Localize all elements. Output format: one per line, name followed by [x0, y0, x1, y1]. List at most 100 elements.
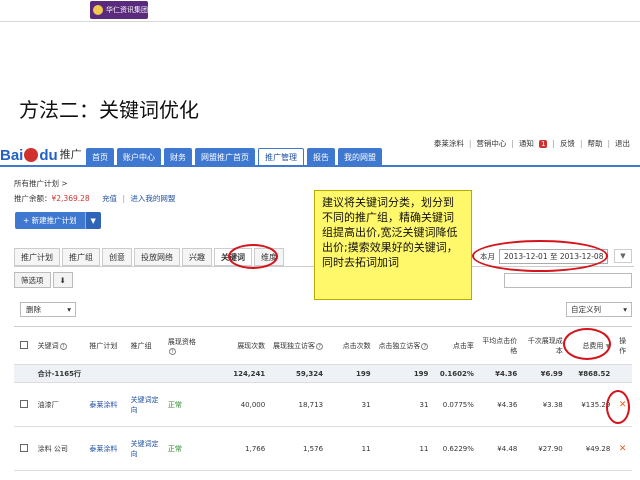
user-links: 泰莱涂料 | 营销中心 | 通知 1 | 反馈 | 帮助 | 退出 [433, 138, 630, 149]
col-status[interactable]: 展现资格? [164, 326, 215, 365]
total-ctr: 0.1602% [431, 364, 477, 383]
new-plan-button[interactable]: + 新建推广计划 [15, 212, 85, 229]
annotation-circle-total-cost [563, 328, 611, 360]
col-avg-cpc[interactable]: 平均点击价格 [476, 326, 521, 365]
delete-label: 删除 [26, 305, 41, 314]
link-logout[interactable]: 退出 [615, 138, 630, 149]
select-all-checkbox[interactable] [20, 340, 29, 349]
link-help[interactable]: 帮助 [587, 138, 602, 149]
cell-status: 正常 [164, 382, 215, 427]
slide-title: 方法二：关键词优化 [19, 98, 199, 122]
chevron-down-icon: ▾ [67, 305, 71, 314]
total-cost: ¥868.52 [565, 364, 614, 383]
cell-status: 正常 [164, 426, 215, 471]
baidu-paw-icon [24, 148, 39, 162]
cell-plan-link[interactable]: 泰莱涂料 [86, 426, 128, 471]
nav-tab-my-network[interactable]: 我的网盟 [338, 148, 382, 166]
cell-avg-cpc: ¥4.48 [476, 426, 521, 471]
main-nav: 首页 账户中心 财务 网盟推广首页 推广管理 报告 我的网盟 [86, 148, 382, 166]
search-input[interactable] [504, 273, 632, 288]
custom-columns-label: 自定义列 [571, 305, 601, 314]
nav-tab-promotion-management[interactable]: 推广管理 [258, 148, 304, 166]
baidu-logo[interactable]: Bai du 推广 [0, 142, 82, 164]
cell-impressions: 40,000 [214, 382, 269, 427]
link-feedback[interactable]: 反馈 [560, 138, 575, 149]
nav-underline [0, 165, 640, 167]
chevron-down-icon[interactable]: ▼ [84, 212, 101, 229]
filter-row: 筛选项 ⬇ [14, 272, 73, 288]
brand-bai: Bai [0, 147, 24, 164]
keyword-table: 关键词? 推广计划 推广组 展现资格? 展现次数 展现独立访客? 点击次数 点击… [14, 326, 632, 471]
cell-clicks: 11 [326, 426, 374, 471]
custom-columns-dropdown[interactable]: 自定义列 ▾ [566, 302, 632, 317]
cell-cpm: ¥27.90 [520, 426, 566, 471]
col-impressions[interactable]: 展现次数 [214, 326, 269, 365]
col-ctr[interactable]: 点击率 [431, 326, 477, 365]
help-icon[interactable]: ? [59, 342, 67, 350]
cell-ctr: 0.6229% [431, 426, 477, 471]
total-impressions: 124,241 [214, 364, 269, 383]
balance-amount: ¥2,369.28 [51, 194, 90, 203]
nav-tab-home[interactable]: 首页 [86, 148, 114, 166]
cell-cost: ¥49.28 [565, 426, 614, 471]
cell-ctr: 0.0775% [431, 382, 477, 427]
annotation-callout: 建议将关键词分类，划分到不同的推广组，精确关键词组提高出价,宽泛关键词降低出价;… [314, 190, 472, 300]
annotation-circle-delete [606, 390, 630, 424]
brand-product: 推广 [59, 148, 82, 161]
filter-button[interactable]: 筛选项 [14, 272, 51, 288]
col-clicks[interactable]: 点击次数 [326, 326, 374, 365]
total-clicks: 199 [326, 364, 374, 383]
app-header: Bai du 推广 泰莱涂料 | 营销中心 | 通知 1 | 反馈 | 帮助 |… [0, 136, 640, 167]
delete-dropdown[interactable]: 删除 ▾ [20, 302, 76, 317]
col-group[interactable]: 推广组 [127, 326, 165, 365]
slide-header: 华仁资讯集团 [0, 0, 640, 20]
username[interactable]: 泰莱涂料 [434, 138, 464, 149]
tab-interest[interactable]: 兴趣 [182, 248, 212, 266]
cell-group-link[interactable]: 关键词定向 [127, 382, 165, 427]
annotation-circle-date [472, 240, 608, 272]
my-network-link[interactable]: 进入我的网盟 [130, 194, 175, 203]
nav-tab-reports[interactable]: 报告 [307, 148, 335, 166]
row-checkbox[interactable] [20, 443, 29, 452]
recharge-link[interactable]: 充值 [102, 194, 117, 203]
help-icon[interactable]: ? [421, 342, 429, 350]
breadcrumb[interactable]: 所有推广计划 > [14, 178, 68, 189]
tab-groups[interactable]: 推广组 [62, 248, 100, 266]
chevron-down-icon: ▾ [623, 305, 627, 314]
col-unique-clicks[interactable]: 点击独立访客? [373, 326, 432, 365]
cell-group-link[interactable]: 关键词定向 [127, 426, 165, 471]
notice-count-badge: 1 [538, 139, 548, 148]
total-unique-visitors: 59,324 [268, 364, 327, 383]
col-keyword[interactable]: 关键词? [34, 326, 87, 365]
link-marketing-center[interactable]: 营销中心 [476, 138, 506, 149]
help-icon[interactable]: ? [168, 347, 176, 355]
balance-separator: | [122, 194, 125, 203]
cell-unique-visitors: 18,713 [268, 382, 327, 427]
col-unique-visitors[interactable]: 展现独立访客? [268, 326, 327, 365]
table-total-row: 合计-1165行 124,241 59,324 199 199 0.1602% … [14, 364, 632, 383]
nav-tab-account[interactable]: 账户中心 [117, 148, 161, 166]
cell-keyword: 涂料 公司 [34, 426, 87, 471]
brand-du: du [39, 147, 58, 164]
cell-clicks: 31 [326, 382, 374, 427]
tab-network[interactable]: 投放网络 [134, 248, 180, 266]
link-notice[interactable]: 通知 [519, 138, 534, 149]
download-icon[interactable]: ⬇ [52, 272, 73, 288]
baidu-promotion-app: Bai du 推广 泰莱涂料 | 营销中心 | 通知 1 | 反馈 | 帮助 |… [0, 136, 640, 480]
col-cpm[interactable]: 千次展现成本 [520, 326, 566, 365]
annotation-circle-keywords [228, 244, 278, 269]
tab-creatives[interactable]: 创意 [102, 248, 132, 266]
col-actions: 操作 [613, 326, 632, 365]
help-icon[interactable]: ? [316, 342, 324, 350]
cell-unique-clicks: 11 [373, 426, 432, 471]
tab-plans[interactable]: 推广计划 [14, 248, 60, 266]
divider [0, 21, 640, 22]
nav-tab-finance[interactable]: 财务 [164, 148, 192, 166]
logo-text: 华仁资讯集团 [106, 6, 148, 14]
cell-plan-link[interactable]: 泰莱涂料 [86, 382, 128, 427]
delete-icon[interactable]: ✕ [619, 444, 627, 454]
col-plan[interactable]: 推广计划 [86, 326, 128, 365]
chevron-down-icon[interactable]: ▼ [614, 249, 632, 263]
nav-tab-network-home[interactable]: 网盟推广首页 [195, 148, 255, 166]
row-checkbox[interactable] [20, 399, 29, 408]
